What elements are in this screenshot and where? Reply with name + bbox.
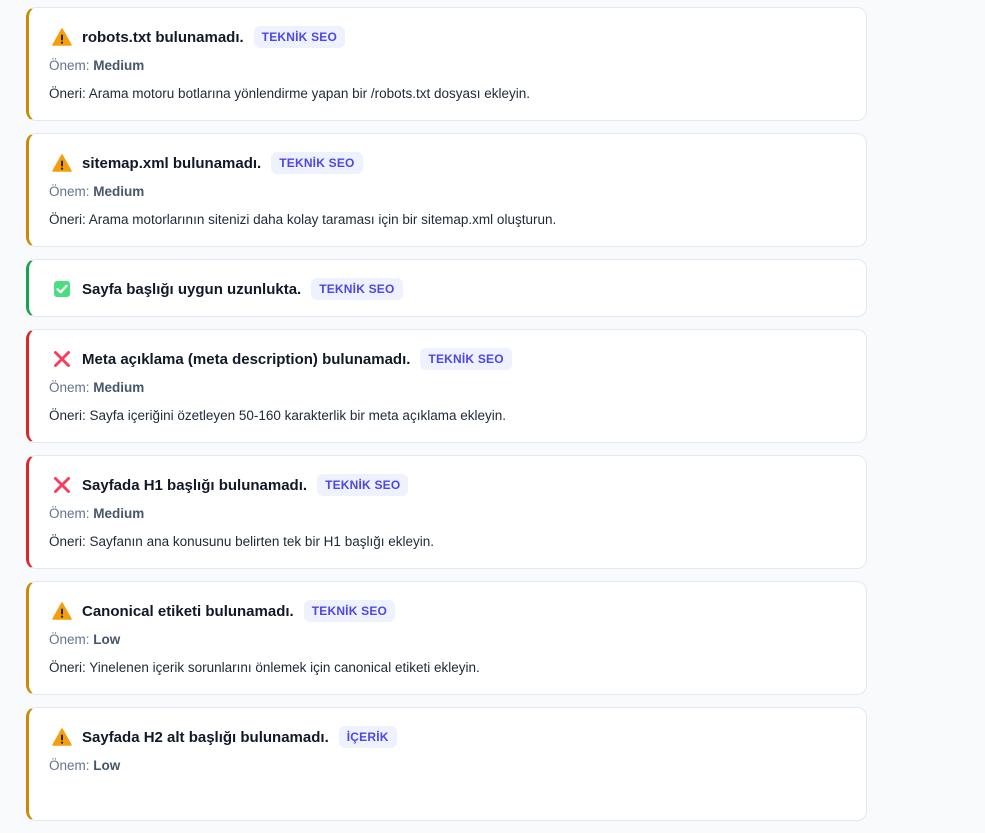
cross-icon [51, 474, 73, 496]
issue-header: sitemap.xml bulunamadı. TEKNİK SEO [49, 151, 846, 175]
recommendation-text: Sayfa içeriğini özetleyen 50-160 karakte… [89, 408, 506, 423]
issue-recommendation: Öneri: Yinelenen içerik sorunlarını önle… [49, 660, 846, 675]
recommendation-text: Arama motorlarının sitenizi daha kolay t… [88, 212, 557, 227]
issue-card: Meta açıklama (meta description) bulunam… [26, 329, 867, 443]
issue-header: Canonical etiketi bulunamadı. TEKNİK SEO [49, 599, 846, 623]
issue-recommendation: Öneri: Sayfanın ana konusunu belirten te… [49, 534, 846, 549]
warning-icon [51, 152, 73, 174]
issue-title: sitemap.xml bulunamadı. [82, 154, 262, 172]
category-badge: TEKNİK SEO [317, 474, 409, 496]
severity-label: Önem: [49, 632, 90, 647]
warning-icon [51, 726, 73, 748]
category-badge: İÇERİK [338, 726, 397, 748]
issue-list: robots.txt bulunamadı. TEKNİK SEO Önem: Me… [26, 7, 867, 833]
issue-header: robots.txt bulunamadı. TEKNİK SEO [49, 25, 846, 49]
severity-label: Önem: [49, 184, 90, 199]
issue-severity: Önem: Medium [49, 380, 846, 398]
severity-value: Low [93, 758, 121, 773]
issue-recommendation: Öneri: Sayfa içeriğini özetleyen 50-160 … [49, 408, 846, 423]
issue-severity: Önem: Medium [49, 58, 846, 76]
issue-severity: Önem: Low [49, 632, 846, 650]
recommendation-label: Öneri: [49, 660, 86, 675]
issue-severity: Önem: Medium [49, 184, 846, 202]
issue-title: robots.txt bulunamadı. [82, 28, 244, 46]
issue-recommendation: Öneri: Arama motorlarının sitenizi daha … [49, 212, 846, 227]
issue-title: Meta açıklama (meta description) bulunam… [82, 350, 411, 368]
category-badge: TEKNİK SEO [303, 600, 396, 622]
severity-value: Medium [93, 380, 145, 395]
issue-header: Sayfada H1 başlığı bulunamadı. TEKNİK SEO [49, 473, 846, 497]
recommendation-label: Öneri: [49, 408, 86, 423]
severity-value: Medium [93, 58, 145, 73]
check-icon [51, 278, 73, 300]
warning-icon [51, 600, 73, 622]
recommendation-label: Öneri: [49, 534, 86, 549]
category-badge: TEKNİK SEO [253, 26, 346, 48]
category-badge: TEKNİK SEO [420, 348, 512, 370]
issue-header: Sayfada H2 alt başlığı bulunamadı. İÇERİK [49, 725, 846, 749]
severity-label: Önem: [49, 506, 90, 521]
recommendation-label: Öneri: [49, 86, 86, 101]
severity-label: Önem: [49, 758, 90, 773]
issue-card: robots.txt bulunamadı. TEKNİK SEO Önem: Me… [26, 7, 867, 121]
issue-severity: Önem: Medium [49, 506, 846, 524]
issue-header: Sayfa başlığı uygun uzunlukta. TEKNİK SEO [49, 277, 846, 301]
severity-label: Önem: [49, 58, 90, 73]
warning-icon [51, 26, 73, 48]
issue-title: Sayfada H1 başlığı bulunamadı. [82, 476, 308, 494]
severity-label: Önem: [49, 380, 90, 395]
issue-card: Sayfa başlığı uygun uzunlukta. TEKNİK SEO [26, 259, 867, 317]
issue-card: sitemap.xml bulunamadı. TEKNİK SEO Önem: M… [26, 133, 867, 247]
issue-card: Sayfada H1 başlığı bulunamadı. TEKNİK SEO… [26, 455, 867, 569]
recommendation-text: Yinelenen içerik sorunlarını önlemek içi… [89, 660, 480, 675]
issue-card: Sayfada H2 alt başlığı bulunamadı. İÇERİK… [26, 707, 867, 821]
recommendation-text: Arama motoru botlarına yönlendirme yapan… [88, 86, 530, 101]
category-badge: TEKNİK SEO [271, 152, 363, 174]
issue-title: Sayfa başlığı uygun uzunlukta. [82, 280, 302, 298]
severity-value: Medium [93, 184, 145, 199]
issue-title: Canonical etiketi bulunamadı. [82, 602, 294, 620]
recommendation-label: Öneri: [49, 212, 86, 227]
severity-value: Low [93, 632, 121, 647]
issue-recommendation: Öneri: Arama motoru botlarına yönlendirm… [49, 86, 846, 101]
recommendation-text: Sayfanın ana konusunu belirten tek bir H… [89, 534, 434, 549]
issue-severity: Önem: Low [49, 758, 846, 776]
issue-title: Sayfada H2 alt başlığı bulunamadı. [82, 728, 329, 746]
issue-card: Canonical etiketi bulunamadı. TEKNİK SEO Ö… [26, 581, 867, 695]
severity-value: Medium [93, 506, 145, 521]
category-badge: TEKNİK SEO [311, 278, 403, 300]
issue-header: Meta açıklama (meta description) bulunam… [49, 347, 846, 371]
cross-icon [51, 348, 73, 370]
